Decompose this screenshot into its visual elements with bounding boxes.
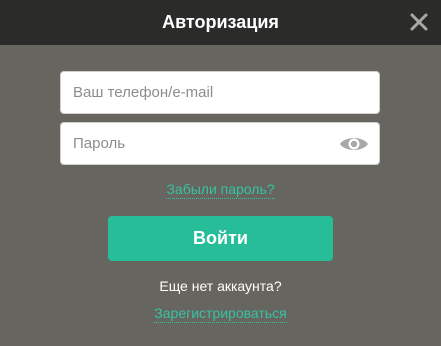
modal-title: Авторизация — [162, 12, 279, 32]
close-icon — [410, 13, 428, 31]
password-field — [60, 122, 380, 165]
no-account-text: Еще нет аккаунта? — [159, 278, 282, 294]
login-input[interactable] — [61, 72, 379, 113]
login-button[interactable]: Войти — [108, 216, 333, 261]
password-input[interactable] — [61, 123, 379, 164]
close-button[interactable] — [405, 8, 433, 36]
login-field — [60, 71, 380, 114]
eye-icon — [340, 138, 368, 150]
login-modal: Авторизация Забыли пароль? Войти Еще нет… — [0, 0, 441, 346]
forgot-password-link[interactable]: Забыли пароль? — [166, 181, 275, 199]
register-link-row: Зарегистрироваться — [0, 305, 441, 323]
forgot-password-link-row: Забыли пароль? — [0, 181, 441, 199]
register-link[interactable]: Зарегистрироваться — [154, 305, 287, 323]
show-password-toggle[interactable] — [339, 134, 369, 154]
